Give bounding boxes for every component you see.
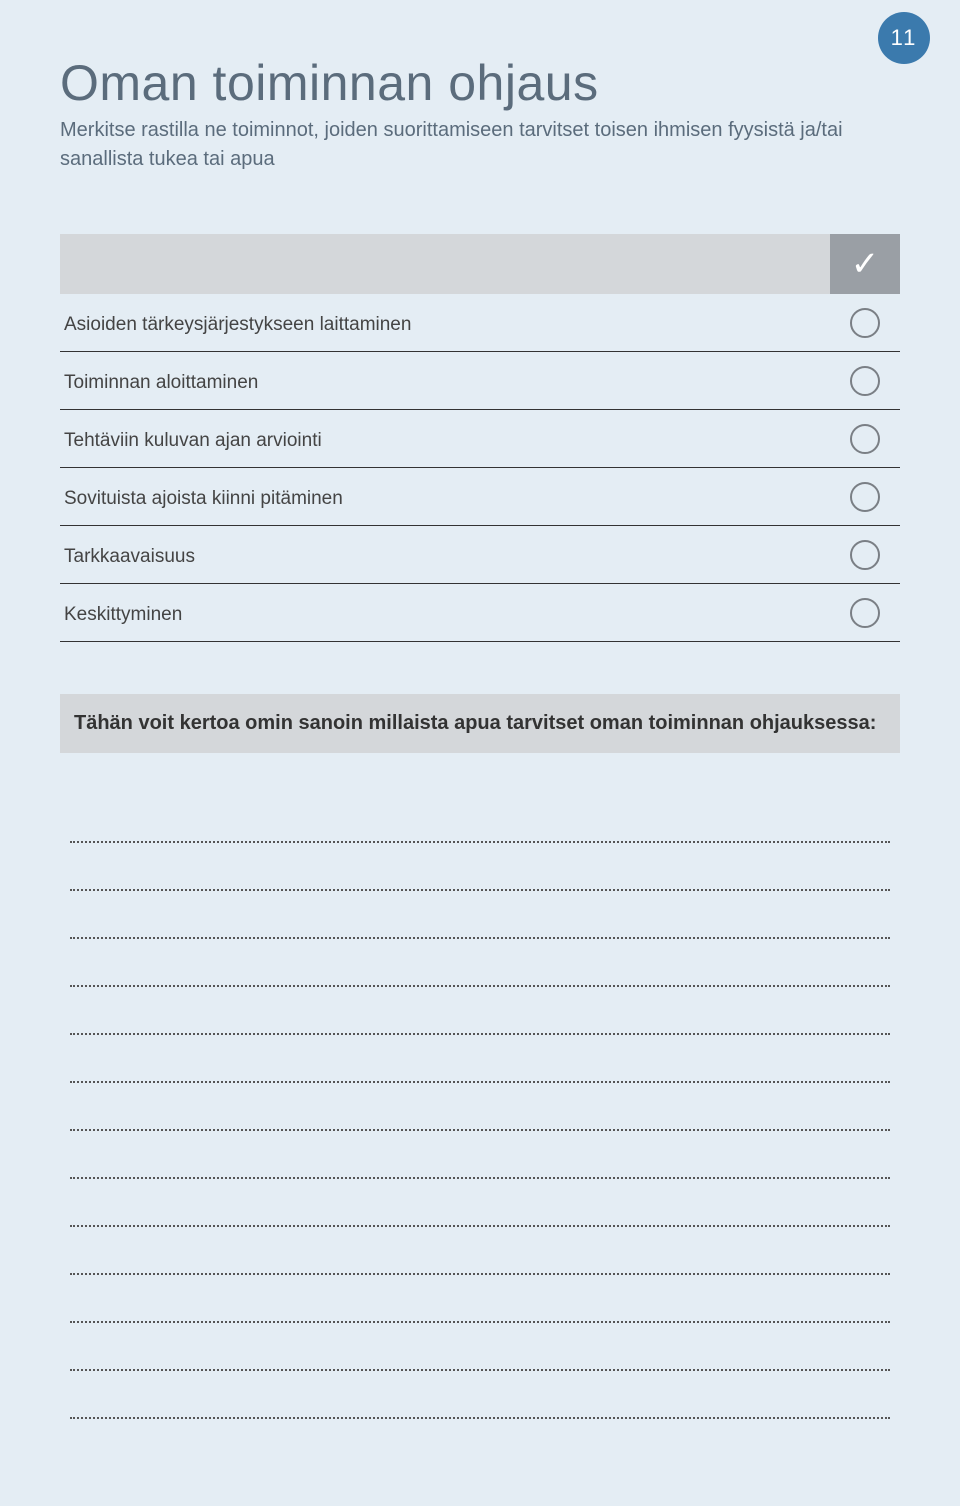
check-column-header: ✓: [830, 234, 900, 294]
writing-line[interactable]: [70, 843, 890, 891]
writing-line[interactable]: [70, 891, 890, 939]
checkbox-circle[interactable]: [850, 482, 880, 512]
table-header-blank: [60, 234, 830, 294]
checklist-table: ✓ Asioiden tärkeysjärjestykseen laittami…: [60, 234, 900, 642]
writing-line[interactable]: [70, 1227, 890, 1275]
checklist-label: Tehtäviin kuluvan ajan arviointi: [60, 416, 830, 462]
checklist-label: Asioiden tärkeysjärjestykseen laittamine…: [60, 300, 830, 346]
page-number-badge: 11: [878, 12, 930, 64]
page-number: 11: [891, 25, 918, 51]
check-icon: ✓: [851, 244, 880, 284]
checklist-row: Asioiden tärkeysjärjestykseen laittamine…: [60, 294, 900, 352]
checkbox-circle[interactable]: [850, 424, 880, 454]
writing-line[interactable]: [70, 1083, 890, 1131]
page-subtitle: Merkitse rastilla ne toiminnot, joiden s…: [60, 116, 900, 174]
checklist-label: Sovituista ajoista kiinni pitäminen: [60, 474, 830, 520]
writing-line[interactable]: [70, 939, 890, 987]
writing-line[interactable]: [70, 795, 890, 843]
checklist-label: Tarkkaavaisuus: [60, 532, 830, 578]
writing-lines: [60, 795, 900, 1419]
checkbox-cell: [830, 308, 900, 338]
prompt-text: Tähän voit kertoa omin sanoin millaista …: [74, 712, 876, 734]
page-title: Oman toiminnan ohjaus: [60, 54, 900, 112]
writing-line[interactable]: [70, 987, 890, 1035]
checklist-row: Tehtäviin kuluvan ajan arviointi: [60, 410, 900, 468]
checkbox-circle[interactable]: [850, 308, 880, 338]
writing-line[interactable]: [70, 1179, 890, 1227]
checkbox-cell: [830, 366, 900, 396]
checklist-row: Keskittyminen: [60, 584, 900, 642]
checklist-row: Sovituista ajoista kiinni pitäminen: [60, 468, 900, 526]
checkbox-circle[interactable]: [850, 540, 880, 570]
checkbox-cell: [830, 598, 900, 628]
checkbox-cell: [830, 540, 900, 570]
writing-line[interactable]: [70, 1035, 890, 1083]
checkbox-circle[interactable]: [850, 598, 880, 628]
checkbox-cell: [830, 424, 900, 454]
writing-line[interactable]: [70, 1323, 890, 1371]
checklist-label: Keskittyminen: [60, 590, 830, 636]
checklist-row: Tarkkaavaisuus: [60, 526, 900, 584]
checklist-label: Toiminnan aloittaminen: [60, 358, 830, 404]
writing-line[interactable]: [70, 1275, 890, 1323]
writing-line[interactable]: [70, 1371, 890, 1419]
checkbox-cell: [830, 482, 900, 512]
checkbox-circle[interactable]: [850, 366, 880, 396]
free-text-prompt: Tähän voit kertoa omin sanoin millaista …: [60, 694, 900, 753]
writing-line[interactable]: [70, 1131, 890, 1179]
page-content: Oman toiminnan ohjaus Merkitse rastilla …: [0, 0, 960, 1459]
table-header: ✓: [60, 234, 900, 294]
checklist-row: Toiminnan aloittaminen: [60, 352, 900, 410]
